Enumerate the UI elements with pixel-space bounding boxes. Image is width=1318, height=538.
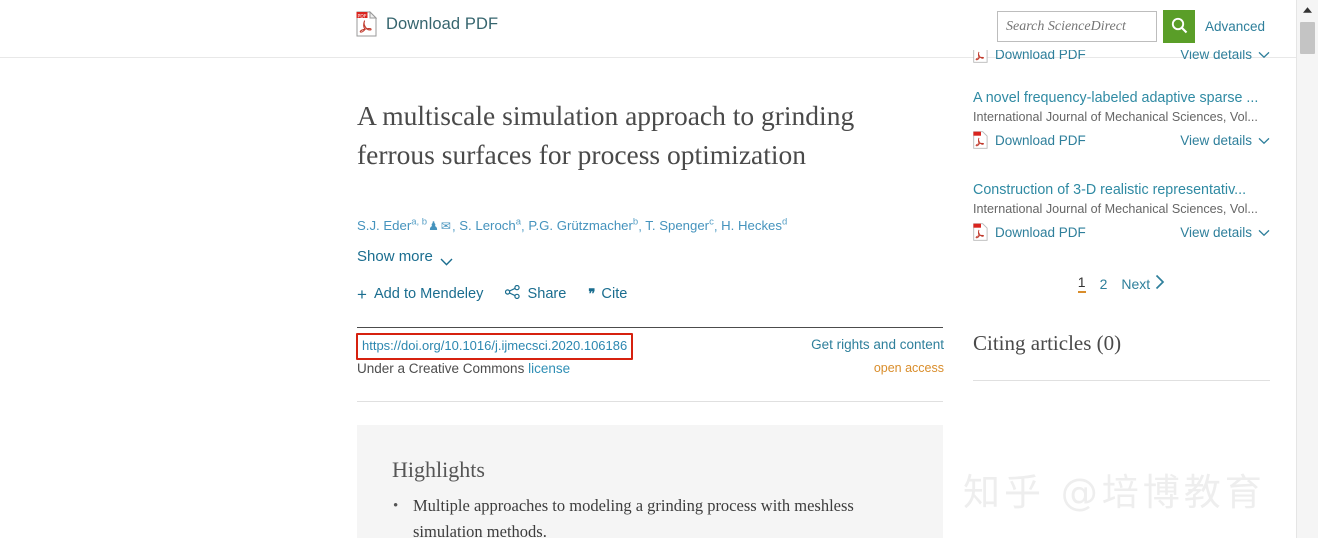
pdf-file-icon xyxy=(973,223,988,241)
article-main-column: PDF Download PDF A multiscale simulation… xyxy=(356,0,944,538)
recommended-actions: Download PDF View details xyxy=(973,131,1270,149)
pdf-file-icon xyxy=(973,50,988,63)
recommended-actions: Download PDF View details xyxy=(973,50,1270,63)
share-button[interactable]: Share xyxy=(505,284,567,303)
chevron-down-icon xyxy=(1258,225,1270,240)
scroll-up-button[interactable] xyxy=(1297,0,1318,19)
doi-section-divider-top xyxy=(357,327,943,328)
chevron-down-icon xyxy=(440,253,453,266)
doi-section-divider-bottom xyxy=(357,401,943,402)
right-sidebar: Advanced Download PDF View details xyxy=(973,0,1273,538)
doi-highlight-box: https://doi.org/10.1016/j.ijmecsci.2020.… xyxy=(356,333,634,360)
authors-line: S.J. Edera, b♟︎ ✉, S. Lerocha, P.G. Grütz… xyxy=(357,214,937,235)
author-item[interactable]: H. Heckesd xyxy=(721,217,788,233)
pdf-file-icon xyxy=(973,131,988,149)
pdf-file-icon: PDF xyxy=(356,11,377,37)
scrollbar-thumb[interactable] xyxy=(1300,22,1315,54)
list-item: Multiple approaches to modeling a grindi… xyxy=(393,493,901,538)
recommended-journal: International Journal of Mechanical Scie… xyxy=(973,202,1258,216)
recommended-item: A novel frequency-labeled adaptive spars… xyxy=(973,88,1273,149)
watermark: 知乎 @培博教育 xyxy=(963,471,1266,514)
share-icon xyxy=(505,284,521,303)
cite-button[interactable]: ❞ Cite xyxy=(588,286,627,302)
add-to-mendeley-button[interactable]: + Add to Mendeley xyxy=(357,286,483,303)
search-icon xyxy=(1171,17,1188,37)
download-pdf-button[interactable]: PDF Download PDF xyxy=(356,11,498,37)
author-affil: a, b xyxy=(411,217,428,228)
search-input[interactable] xyxy=(997,11,1157,42)
license-line: Under a Creative Commons license xyxy=(357,361,570,376)
doi-link[interactable]: https://doi.org/10.1016/j.ijmecsci.2020.… xyxy=(362,338,627,353)
view-details-label: View details xyxy=(1180,224,1252,240)
recommended-title[interactable]: Construction of 3-D realistic representa… xyxy=(973,180,1273,200)
download-pdf-label: Download PDF xyxy=(386,14,499,33)
view-details-label: View details xyxy=(1180,132,1252,148)
download-pdf-button[interactable]: Download PDF xyxy=(973,50,1086,63)
page-2-button[interactable]: 2 xyxy=(1100,276,1108,292)
author-item[interactable]: T. Spengerc xyxy=(645,217,714,233)
download-pdf-button[interactable]: Download PDF xyxy=(973,131,1086,149)
recommended-journal: International Journal of Mechanical Scie… xyxy=(973,110,1258,124)
page-1-button[interactable]: 1 xyxy=(1077,274,1086,293)
show-more-label: Show more xyxy=(357,248,433,265)
license-prefix: Under a Creative Commons xyxy=(357,361,525,376)
scrollbar-track[interactable] xyxy=(1297,19,1318,538)
page-scrollbar[interactable] xyxy=(1296,0,1318,538)
svg-text:PDF: PDF xyxy=(358,13,367,19)
citing-articles-section: Citing articles (0) xyxy=(973,331,1270,381)
author-item[interactable]: P.G. Grützmacherb xyxy=(528,217,638,233)
pagination: 1 2 Next xyxy=(973,274,1270,293)
recommended-actions: Download PDF View details xyxy=(973,223,1270,241)
article-actions: + Add to Mendeley Share ❞ Cite xyxy=(357,284,627,303)
download-pdf-label: Download PDF xyxy=(995,224,1086,240)
plus-icon: + xyxy=(357,284,367,304)
view-details-button[interactable]: View details xyxy=(1180,225,1270,240)
browser-page: PDF Download PDF A multiscale simulation… xyxy=(0,0,1318,538)
author-affil: d xyxy=(781,217,788,228)
citing-articles-divider xyxy=(973,380,1270,381)
highlights-list: Multiple approaches to modeling a grindi… xyxy=(381,493,901,538)
cite-label: Cite xyxy=(601,286,628,302)
view-details-button[interactable]: View details xyxy=(1180,50,1270,62)
show-more-button[interactable]: Show more xyxy=(357,248,453,266)
quote-icon: ❞ xyxy=(588,286,595,301)
search-button[interactable] xyxy=(1163,10,1195,43)
chevron-right-icon xyxy=(1155,274,1165,293)
highlights-panel: Highlights Multiple approaches to modeli… xyxy=(357,425,943,538)
next-label: Next xyxy=(1121,275,1151,292)
get-rights-and-content-link[interactable]: Get rights and content xyxy=(811,337,944,352)
chevron-down-icon xyxy=(1258,133,1270,148)
person-icon[interactable]: ♟︎ xyxy=(428,219,439,233)
page-title: A multiscale simulation approach to grin… xyxy=(357,100,855,171)
download-pdf-label: Download PDF xyxy=(995,50,1086,62)
search-bar: Advanced xyxy=(997,10,1265,43)
view-details-button[interactable]: View details xyxy=(1180,133,1270,148)
advanced-search-link[interactable]: Advanced xyxy=(1205,19,1265,34)
open-access-badge: open access xyxy=(873,361,944,375)
author-item[interactable]: S.J. Edera, b xyxy=(357,217,428,233)
recommended-title[interactable]: A novel frequency-labeled adaptive spars… xyxy=(973,88,1273,108)
envelope-icon[interactable]: ✉ xyxy=(441,219,451,233)
next-page-button[interactable]: Next xyxy=(1121,274,1165,293)
share-label: Share xyxy=(527,286,567,302)
recommended-item: Construction of 3-D realistic representa… xyxy=(973,180,1273,241)
recommended-item-clipped: Download PDF View details xyxy=(973,50,1270,68)
citing-articles-heading: Citing articles (0) xyxy=(973,331,1122,355)
author-item[interactable]: S. Lerocha xyxy=(459,217,521,233)
triangle-up-icon xyxy=(1302,1,1313,19)
highlights-heading: Highlights xyxy=(392,457,485,482)
chevron-down-icon xyxy=(1258,50,1270,62)
download-pdf-button[interactable]: Download PDF xyxy=(973,223,1086,241)
license-link[interactable]: license xyxy=(528,361,570,376)
download-pdf-label: Download PDF xyxy=(995,132,1086,148)
view-details-label: View details xyxy=(1180,50,1252,62)
add-to-mendeley-label: Add to Mendeley xyxy=(373,286,484,302)
